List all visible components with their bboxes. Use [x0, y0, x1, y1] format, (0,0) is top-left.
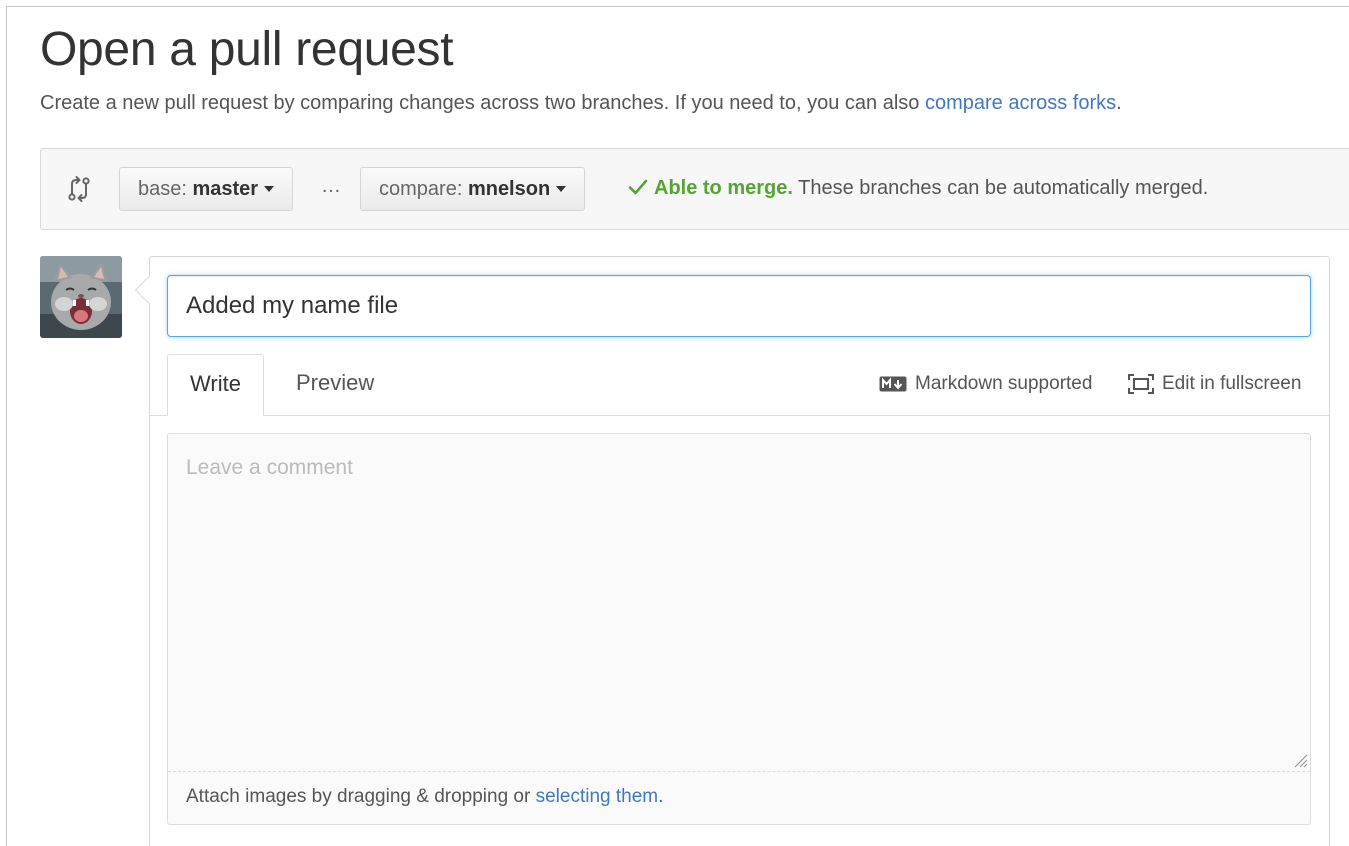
compare-across-forks-link[interactable]: compare across forks [925, 92, 1116, 114]
markdown-supported-link[interactable]: Markdown supported [879, 373, 1092, 395]
resize-handle-icon[interactable] [1292, 752, 1308, 768]
base-branch-name: master [192, 178, 259, 200]
attach-end: . [658, 786, 664, 807]
markdown-label: Markdown supported [915, 373, 1093, 394]
pr-title-input[interactable] [167, 275, 1311, 337]
base-prefix: base: [138, 178, 193, 200]
fullscreen-icon [1128, 374, 1154, 394]
compare-prefix: compare: [379, 178, 468, 200]
git-compare-icon [68, 176, 90, 202]
comment-box: Attach images by dragging & dropping or … [167, 433, 1311, 825]
markdown-icon [879, 376, 907, 392]
drop-zone-divider [168, 771, 1310, 772]
compare-branch-select[interactable]: compare: mnelson [360, 167, 586, 211]
check-icon [628, 179, 648, 195]
attach-images-hint: Attach images by dragging & dropping or … [186, 786, 663, 808]
base-branch-select[interactable]: base: master [119, 167, 294, 211]
fullscreen-label: Edit in fullscreen [1162, 373, 1302, 394]
selecting-them-link[interactable]: selecting them [536, 786, 659, 807]
branch-range-bar: base: master … compare: mnelson Able to … [40, 148, 1349, 230]
chevron-down-icon [556, 185, 567, 192]
avatar[interactable] [40, 256, 122, 338]
range-ellipsis: … [321, 175, 341, 197]
avatar-cat-image [40, 256, 122, 338]
page-title: Open a pull request [40, 23, 454, 76]
page-subtitle: Create a new pull request by comparing c… [40, 92, 1122, 115]
merge-status-label: Able to merge. [654, 177, 793, 199]
comment-textarea[interactable] [168, 434, 1310, 772]
subtitle-text: Create a new pull request by comparing c… [40, 92, 925, 114]
chevron-down-icon [264, 185, 275, 192]
tab-preview[interactable]: Preview [274, 354, 396, 416]
subtitle-end: . [1116, 92, 1122, 114]
merge-status: Able to merge. These branches can be aut… [628, 177, 1208, 200]
attach-text: Attach images by dragging & dropping or [186, 786, 536, 807]
merge-status-message: These branches can be automatically merg… [792, 177, 1209, 199]
tab-write[interactable]: Write [167, 354, 264, 416]
edit-fullscreen-button[interactable]: Edit in fullscreen [1128, 373, 1301, 395]
compare-branch-name: mnelson [467, 178, 551, 200]
